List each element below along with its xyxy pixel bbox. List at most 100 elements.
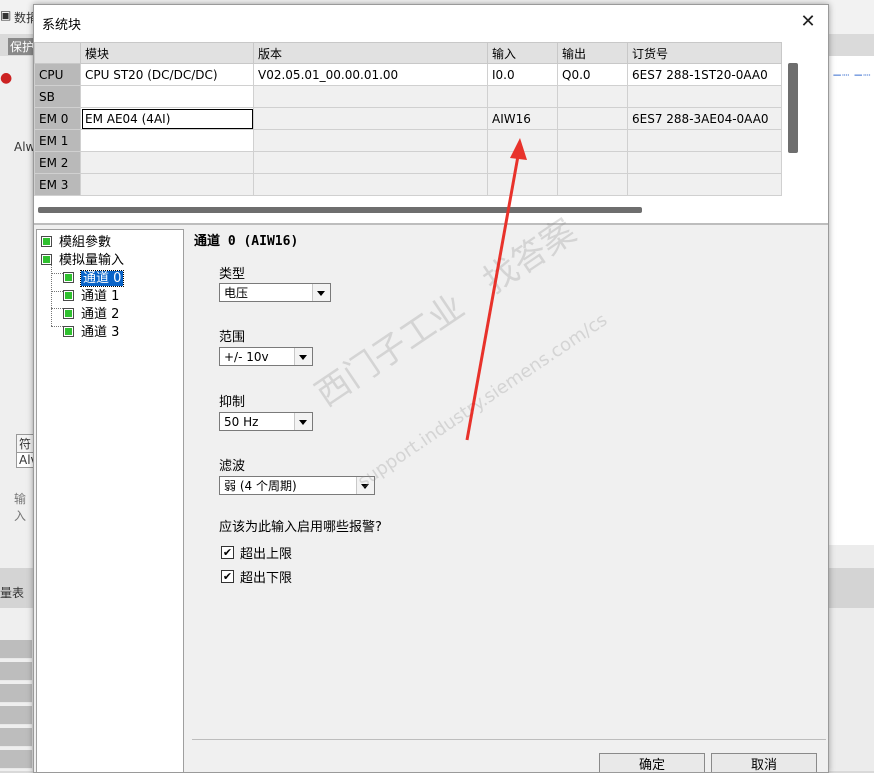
suppression-select-value: 50 Hz [224,415,259,429]
alarm-question: 应该为此输入启用哪些报警? [219,520,382,535]
tree-item-label: 模拟量输入 [59,253,125,268]
table-row[interactable]: EM 0 EM AE04 (4AI) AIW16 6ES7 288-3AE04-… [34,107,782,130]
slot-label: CPU [34,63,81,86]
column-header-order-number[interactable]: 订货号 [627,42,782,64]
dialog-title-bar: 系统块 ✕ [34,5,828,39]
upper-limit-checkbox[interactable]: ✔ [221,546,234,559]
horizontal-scrollbar[interactable] [38,207,642,213]
slot-label: EM 0 [34,107,81,130]
green-node-icon [63,290,74,301]
output-cell[interactable] [557,85,628,108]
input-cell[interactable] [487,85,558,108]
tree-item-label: 通道 3 [81,325,120,340]
tree-item-channel-0[interactable]: 通道 0 [63,270,125,287]
dialog-title: 系统块 [42,18,82,33]
tree-item-module-params[interactable]: 模組參數 [41,234,111,251]
divider [192,739,826,740]
tree-item-analog-input[interactable]: 模拟量输入 [41,252,124,269]
output-cell[interactable] [557,129,628,152]
module-cell-selected[interactable]: EM AE04 (4AI) [80,107,254,130]
upper-limit-label: 超出上限 [240,547,293,562]
output-cell[interactable] [557,173,628,196]
version-cell[interactable] [253,129,488,152]
green-node-icon [41,254,52,265]
type-select[interactable]: 电压 [219,283,331,302]
order-cell[interactable] [627,129,782,152]
input-cell[interactable]: AIW16 [487,107,558,130]
table-row[interactable]: SB [34,85,782,108]
background-app-icon: ▣ [0,8,12,22]
slot-label: EM 1 [34,129,81,152]
range-select[interactable]: +/- 10v [219,347,313,366]
channel-properties-panel: 通道 0 (AIW16) 类型 电压 范围 +/- 10v 抑制 50 Hz 滤… [192,229,828,772]
version-cell[interactable] [253,107,488,130]
table-row[interactable]: EM 3 [34,173,782,196]
cancel-button[interactable]: 取消 [711,753,817,772]
input-cell[interactable] [487,129,558,152]
tree-item-channel-3[interactable]: 通道 3 [63,324,119,341]
ok-button[interactable]: 确定 [599,753,705,772]
filter-label: 滤波 [219,459,246,474]
column-header-version[interactable]: 版本 [253,42,488,64]
table-row[interactable]: EM 2 [34,151,782,174]
input-cell[interactable] [487,173,558,196]
tree-item-channel-1[interactable]: 通道 1 [63,288,119,305]
version-cell[interactable] [253,85,488,108]
module-cell[interactable]: CPU ST20 (DC/DC/DC) [80,63,254,86]
green-node-icon [63,272,74,283]
slot-label: EM 2 [34,151,81,174]
tree-item-label: 通道 2 [81,307,120,322]
filter-select[interactable]: 弱 (4 个周期) [219,476,375,495]
output-cell[interactable]: Q0.0 [557,63,628,86]
close-icon[interactable]: ✕ [794,9,822,35]
tree-item-channel-2[interactable]: 通道 2 [63,306,119,323]
background-bottom-label: 量表 [0,586,25,600]
module-grid: 模块 版本 输入 输出 订货号 CPU CPU ST20 (DC/DC/DC) … [34,39,828,225]
table-row[interactable]: EM 1 [34,129,782,152]
order-cell[interactable] [627,173,782,196]
output-cell[interactable] [557,151,628,174]
module-cell[interactable] [80,85,254,108]
suppression-select[interactable]: 50 Hz [219,412,313,431]
module-cell[interactable] [80,151,254,174]
background-left-label-4: 输入 [14,492,27,523]
chevron-down-icon[interactable] [312,284,330,301]
suppression-label: 抑制 [219,395,246,410]
background-stop-icon: ● [0,70,13,86]
background-contact-icon: −┈ −┈ [832,68,871,82]
table-row[interactable]: CPU CPU ST20 (DC/DC/DC) V02.05.01_00.00.… [34,63,782,86]
background-row [0,684,32,703]
chevron-down-icon[interactable] [294,348,312,365]
version-cell[interactable] [253,173,488,196]
order-cell[interactable]: 6ES7 288-1ST20-0AA0 [627,63,782,86]
background-row [0,728,32,747]
module-cell[interactable] [80,173,254,196]
version-cell[interactable]: V02.05.01_00.00.01.00 [253,63,488,86]
lower-limit-label: 超出下限 [240,571,293,586]
column-header-output[interactable]: 输出 [557,42,628,64]
chevron-down-icon[interactable] [294,413,312,430]
column-header-input[interactable]: 输入 [487,42,558,64]
input-cell[interactable] [487,151,558,174]
column-header-module[interactable]: 模块 [80,42,254,64]
background-row [0,640,32,659]
type-label: 类型 [219,267,246,282]
filter-select-value: 弱 (4 个周期) [224,479,297,493]
chevron-down-icon[interactable] [356,477,374,494]
version-cell[interactable] [253,151,488,174]
green-node-icon [63,308,74,319]
order-cell[interactable] [627,151,782,174]
input-cell[interactable]: I0.0 [487,63,558,86]
system-block-dialog: 系统块 ✕ 模块 版本 输入 输出 订货号 CPU CPU ST20 (DC/D… [33,4,829,773]
output-cell[interactable] [557,107,628,130]
module-cell[interactable] [80,129,254,152]
lower-limit-checkbox[interactable]: ✔ [221,570,234,583]
tree-item-label: 通道 1 [81,289,120,304]
order-cell[interactable] [627,85,782,108]
vertical-scrollbar[interactable] [788,63,798,153]
background-left-label-2: 符 [16,434,35,453]
background-row [0,662,32,681]
green-node-icon [41,236,52,247]
order-cell[interactable]: 6ES7 288-3AE04-0AA0 [627,107,782,130]
background-row [0,750,32,769]
